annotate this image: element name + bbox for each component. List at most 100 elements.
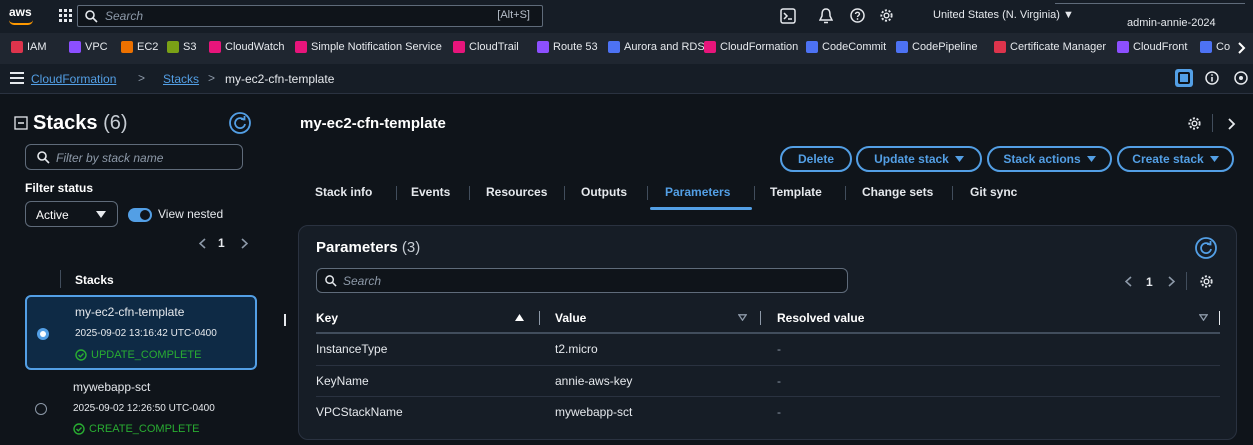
iam-icon: [11, 41, 23, 53]
aws-logo[interactable]: aws: [9, 5, 33, 25]
favorite-cloudwatch[interactable]: CloudWatch: [209, 41, 285, 53]
table-settings-gear-icon[interactable]: [1199, 274, 1214, 289]
favorite-s3[interactable]: S3: [167, 41, 196, 53]
status-filter-value: Active: [36, 208, 69, 222]
chevron-right-icon[interactable]: [1228, 118, 1236, 130]
stack-name[interactable]: mywebapp-sct: [73, 380, 150, 394]
column-divider[interactable]: [1219, 311, 1220, 325]
refresh-parameters-icon[interactable]: [1195, 237, 1217, 259]
tab-stack-info[interactable]: Stack info: [315, 185, 372, 199]
favorite-codepipeline[interactable]: CodePipeline: [896, 41, 977, 53]
parameters-search-input[interactable]: Search: [316, 268, 848, 293]
favorite-label: CloudWatch: [225, 41, 285, 53]
stack-actions-button[interactable]: Stack actions: [987, 146, 1112, 172]
collapse-panel-icon[interactable]: [14, 116, 28, 130]
favorite-label: Aurora and RDS: [624, 41, 705, 53]
tab-events[interactable]: Events: [411, 185, 450, 199]
settings-gear-icon[interactable]: [879, 8, 894, 23]
tab-outputs[interactable]: Outputs: [581, 185, 627, 199]
column-divider[interactable]: [539, 311, 540, 325]
hamburger-menu-icon[interactable]: [10, 72, 24, 84]
stack-card-selected[interactable]: my-ec2-cfn-template 2025-09-02 13:16:42 …: [25, 295, 257, 370]
cloudshell-icon[interactable]: [780, 8, 796, 24]
stack-name[interactable]: my-ec2-cfn-template: [75, 305, 184, 319]
param-value: annie-aws-key: [555, 374, 633, 388]
region-selector[interactable]: United States (N. Virginia) ▼: [933, 9, 1074, 21]
search-placeholder: Search: [105, 9, 144, 23]
favorite-route-53[interactable]: Route 53: [537, 41, 598, 53]
favorite-cloudformation[interactable]: CloudFormation: [704, 41, 798, 53]
favorite-label: Co: [1216, 41, 1231, 53]
favorite-label: CodeCommit: [822, 41, 887, 53]
column-header-resolved-value[interactable]: Resolved value: [777, 311, 864, 325]
breadcrumb-stacks[interactable]: Stacks: [163, 72, 199, 86]
tab-divider: [647, 186, 648, 200]
favorite-ec2[interactable]: EC2: [121, 41, 158, 53]
cloudformation-icon: [704, 41, 716, 53]
sort-descending-icon[interactable]: [738, 314, 747, 321]
co-icon: [1200, 41, 1212, 53]
delete-stack-button[interactable]: Delete: [780, 146, 852, 172]
tab-template[interactable]: Template: [770, 185, 822, 199]
split-panel-icon[interactable]: [1175, 69, 1193, 87]
info-icon[interactable]: [1205, 71, 1219, 85]
tab-git-sync[interactable]: Git sync: [970, 185, 1017, 199]
search-shortcut: [Alt+S]: [497, 9, 530, 21]
refresh-stacks-icon[interactable]: [229, 112, 251, 134]
view-nested-toggle[interactable]: [128, 208, 152, 222]
status-filter-select[interactable]: Active: [25, 201, 118, 227]
tab-change-sets[interactable]: Change sets: [862, 185, 933, 199]
bell-icon[interactable]: [819, 8, 833, 24]
favorite-certificate-manager[interactable]: Certificate Manager: [994, 41, 1106, 53]
stack-card[interactable]: mywebapp-sct 2025-09-02 12:26:50 UTC-040…: [25, 372, 257, 442]
stack-status-text: UPDATE_COMPLETE: [91, 349, 202, 361]
services-grid-icon[interactable]: [59, 9, 73, 23]
update-stack-button[interactable]: Update stack: [856, 146, 982, 172]
favorite-cloudtrail[interactable]: CloudTrail: [453, 41, 519, 53]
column-header-value[interactable]: Value: [555, 311, 586, 325]
next-page-icon[interactable]: [1168, 276, 1175, 287]
favorite-vpc[interactable]: VPC: [69, 41, 108, 53]
tab-resources[interactable]: Resources: [486, 185, 547, 199]
create-stack-label: Create stack: [1132, 152, 1204, 166]
favorite-aurora-and-rds[interactable]: Aurora and RDS: [608, 41, 705, 53]
favorite-codecommit[interactable]: CodeCommit: [806, 41, 886, 53]
param-value: t2.micro: [555, 342, 598, 356]
favorite-simple-notification-service[interactable]: Simple Notification Service: [295, 41, 442, 53]
stack-radio-selected[interactable]: [37, 328, 49, 340]
vpc-icon: [69, 41, 81, 53]
panel-resize-handle[interactable]: [284, 314, 286, 326]
prev-page-icon[interactable]: [1125, 276, 1132, 287]
cloudtrail-icon: [453, 41, 465, 53]
favorite-label: S3: [183, 41, 197, 53]
view-nested-label: View nested: [158, 207, 224, 221]
help-icon[interactable]: [850, 8, 865, 23]
notifications-icon[interactable]: [1234, 71, 1248, 85]
column-header-key[interactable]: Key: [316, 311, 338, 325]
favorite-iam[interactable]: IAM: [11, 41, 47, 53]
create-stack-button[interactable]: Create stack: [1117, 146, 1234, 172]
parameters-current-page[interactable]: 1: [1146, 275, 1153, 289]
current-page[interactable]: 1: [218, 236, 225, 250]
stack-radio[interactable]: [35, 403, 47, 415]
stacks-title-text: Stacks: [33, 112, 98, 134]
favorite-co[interactable]: Co: [1200, 41, 1230, 53]
column-divider[interactable]: [760, 311, 761, 325]
global-search-input[interactable]: Search [Alt+S]: [77, 5, 543, 27]
caret-down-icon: [96, 211, 106, 218]
sort-ascending-icon[interactable]: [515, 314, 524, 321]
filter-stacks-input[interactable]: Filter by stack name: [25, 144, 243, 170]
filter-placeholder: Filter by stack name: [56, 151, 164, 165]
favorite-label: CloudTrail: [469, 41, 519, 53]
sort-descending-icon[interactable]: [1199, 314, 1208, 321]
favorites-scroll-right-icon[interactable]: [1238, 42, 1246, 54]
next-page-icon[interactable]: [241, 238, 248, 249]
settings-gear-icon[interactable]: [1187, 116, 1202, 131]
prev-page-icon[interactable]: [199, 238, 206, 249]
caret-down-icon: [1209, 156, 1219, 162]
tab-parameters[interactable]: Parameters: [665, 185, 730, 199]
favorite-cloudfront[interactable]: CloudFront: [1117, 41, 1187, 53]
breadcrumb-cloudformation[interactable]: CloudFormation: [31, 72, 116, 86]
user-account-menu[interactable]: admin-annie-2024: [1127, 17, 1216, 29]
favorite-label: Certificate Manager: [1010, 41, 1106, 53]
